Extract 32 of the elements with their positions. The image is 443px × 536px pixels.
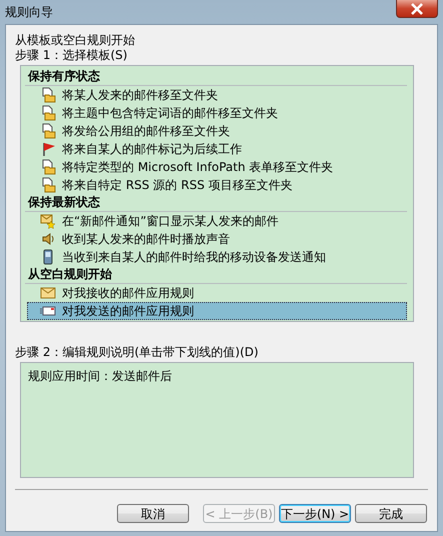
page-folder-icon (40, 87, 56, 103)
template-item[interactable]: 将来自某人的邮件标记为后续工作 (27, 140, 407, 158)
template-item[interactable]: 将主题中包含特定词语的邮件移至文件夹 (27, 104, 407, 122)
template-item[interactable]: 将来自特定 RSS 源的 RSS 项目移至文件夹 (27, 176, 407, 194)
rule-description: 规则应用时间：发送邮件后 (28, 369, 172, 383)
template-item[interactable]: 将特定类型的 Microsoft InfoPath 表单移至文件夹 (27, 158, 407, 176)
group-heading: 保持有序状态 (25, 68, 407, 86)
template-item[interactable]: 将某人发来的邮件移至文件夹 (27, 86, 407, 104)
close-button[interactable] (396, 0, 438, 18)
envelope-icon (40, 285, 56, 301)
template-item[interactable]: 将发给公用组的邮件移至文件夹 (27, 122, 407, 140)
template-item[interactable]: 在“新邮件通知”窗口显示某人发来的邮件 (27, 212, 407, 230)
window-title: 规则向导 (5, 4, 53, 21)
dialog-button[interactable]: 取消 (117, 504, 189, 523)
close-icon (410, 2, 424, 14)
group-heading: 保持最新状态 (25, 194, 407, 212)
step-label: 步骤 1：选择模板(S) (15, 48, 128, 63)
speaker-icon (40, 231, 56, 247)
page-folder-icon (40, 123, 56, 139)
template-item[interactable]: 当收到来自某人的邮件时给我的移动设备发送通知 (27, 248, 407, 266)
dialog-button[interactable]: 完成 (355, 504, 427, 523)
page-folder-icon (40, 159, 56, 175)
page-folder-icon (40, 177, 56, 193)
template-item[interactable]: 对我发送的邮件应用规则 (27, 302, 407, 320)
template-item[interactable]: 收到某人发来的邮件时播放声音 (27, 230, 407, 248)
dialog-button[interactable]: 下一步(N) > (279, 504, 351, 523)
step-label: 步骤 2：编辑规则说明(单击带下划线的值)(D) (15, 345, 260, 360)
template-item[interactable]: 对我接收的邮件应用规则 (27, 284, 407, 302)
intro-text: 从模板或空白规则开始 (15, 33, 136, 48)
page-folder-icon (40, 105, 56, 121)
envelope-star-icon (40, 213, 56, 229)
group-heading: 从空白规则开始 (25, 266, 407, 284)
